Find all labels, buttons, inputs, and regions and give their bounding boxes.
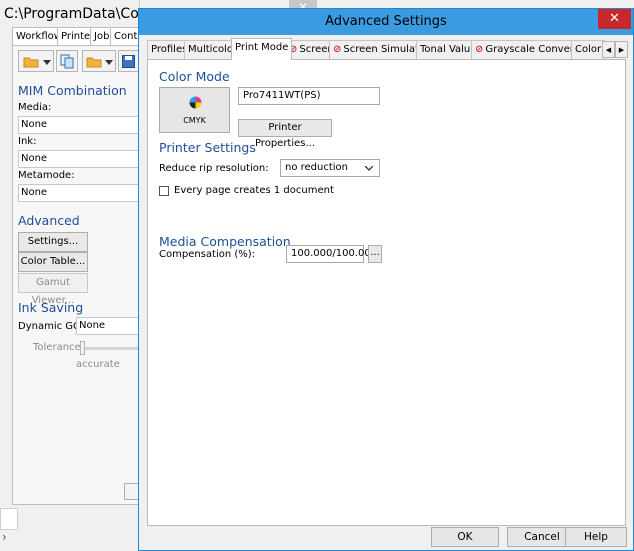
metamode-select[interactable]: None bbox=[18, 184, 138, 202]
scroll-right-icon[interactable]: › bbox=[2, 530, 7, 544]
tab-contacts[interactable]: Conta bbox=[110, 27, 140, 45]
open-folder-dropdown-button[interactable] bbox=[18, 50, 54, 72]
every-page-label: Every page creates 1 document bbox=[174, 185, 334, 196]
advanced-settings-dialog: Advanced Settings ✕ Profiles Multicolor … bbox=[138, 8, 634, 551]
printer-properties-button[interactable]: Printer Properties... bbox=[238, 119, 332, 149]
tab-color[interactable]: Color bbox=[571, 40, 606, 59]
chevron-down-icon bbox=[43, 60, 51, 65]
cmyk-icon bbox=[189, 96, 202, 109]
tab-label: Profiles bbox=[151, 44, 188, 55]
tab-print-mode[interactable]: Print Mode bbox=[231, 38, 293, 60]
printer-settings-title: Printer Settings bbox=[159, 140, 256, 155]
accurate-label: accurate bbox=[76, 359, 120, 370]
copy-button[interactable] bbox=[56, 50, 78, 72]
ink-label: Ink: bbox=[18, 136, 37, 147]
tab-scroll-right-button[interactable]: ▶ bbox=[615, 41, 628, 58]
tab-label: Multicolor bbox=[188, 44, 238, 55]
reduce-rip-label: Reduce rip resolution: bbox=[159, 163, 269, 174]
gamut-viewer-button[interactable]: Gamut Viewer... bbox=[18, 273, 88, 306]
reduce-rip-value: no reduction bbox=[285, 162, 349, 173]
compensation-more-button[interactable]: ... bbox=[368, 245, 382, 263]
folder-icon bbox=[23, 57, 39, 68]
dialog-title: Advanced Settings bbox=[325, 14, 447, 29]
ink-saving-title: Ink Saving bbox=[18, 300, 84, 315]
warning-icon: ⊘ bbox=[475, 44, 484, 55]
tab-label: Print Mode bbox=[235, 42, 289, 53]
tolerance-label: Tolerance: bbox=[33, 342, 85, 353]
folder-icon bbox=[86, 57, 102, 68]
compensation-label: Compensation (%): bbox=[159, 249, 256, 260]
save-button[interactable] bbox=[118, 50, 138, 72]
settings-button[interactable]: Settings... bbox=[18, 232, 88, 252]
folder-dropdown-button[interactable] bbox=[82, 50, 116, 72]
dialog-close-button[interactable]: ✕ bbox=[598, 9, 631, 29]
tolerance-slider-track[interactable] bbox=[80, 347, 138, 350]
reduce-rip-select[interactable]: no reduction bbox=[280, 159, 380, 177]
copy-icon bbox=[60, 54, 74, 69]
help-button[interactable]: Help bbox=[565, 527, 627, 547]
advanced-title: Advanced bbox=[18, 213, 80, 228]
every-page-checkbox[interactable] bbox=[159, 186, 169, 196]
background-window-title: C:\ProgramData\ColorGATE Software\Produc… bbox=[4, 6, 140, 22]
chevron-down-icon bbox=[105, 60, 113, 65]
tab-label: Color bbox=[575, 44, 602, 55]
color-mode-button[interactable]: CMYK bbox=[159, 87, 230, 133]
warning-icon: ⊘ bbox=[333, 44, 342, 55]
tolerance-slider-handle[interactable] bbox=[80, 341, 85, 355]
media-compensation-title: Media Compensation bbox=[159, 234, 291, 249]
metamode-label: Metamode: bbox=[18, 170, 75, 181]
color-mode-title: Color Mode bbox=[159, 69, 230, 84]
cmyk-label: CMYK bbox=[183, 116, 206, 125]
printer-name-field[interactable]: Pro7411WT(PS) bbox=[238, 87, 380, 105]
dialog-body: Profiles Multicolor Print Mode ⊘ Screens … bbox=[145, 37, 629, 547]
mim-combination-title: MIM Combination bbox=[18, 83, 127, 98]
media-select[interactable]: None bbox=[18, 116, 138, 134]
media-label: Media: bbox=[18, 102, 52, 113]
ink-select[interactable]: None bbox=[18, 150, 138, 168]
compensation-field[interactable]: 100.000/100.000 bbox=[286, 245, 377, 263]
color-table-button[interactable]: Color Table... bbox=[18, 252, 88, 272]
ok-button[interactable]: OK bbox=[431, 527, 499, 547]
tab-scroll-left-button[interactable]: ◀ bbox=[602, 41, 615, 58]
background-status-box bbox=[0, 508, 18, 530]
save-icon bbox=[122, 55, 135, 68]
print-mode-page: Color Mode CMYK Pro7411WT(PS) Printer Pr… bbox=[147, 59, 626, 526]
dynamic-gcr-select[interactable]: None bbox=[76, 317, 138, 335]
chevron-down-icon bbox=[365, 166, 373, 171]
tab-label: Tonal Value bbox=[420, 44, 477, 55]
